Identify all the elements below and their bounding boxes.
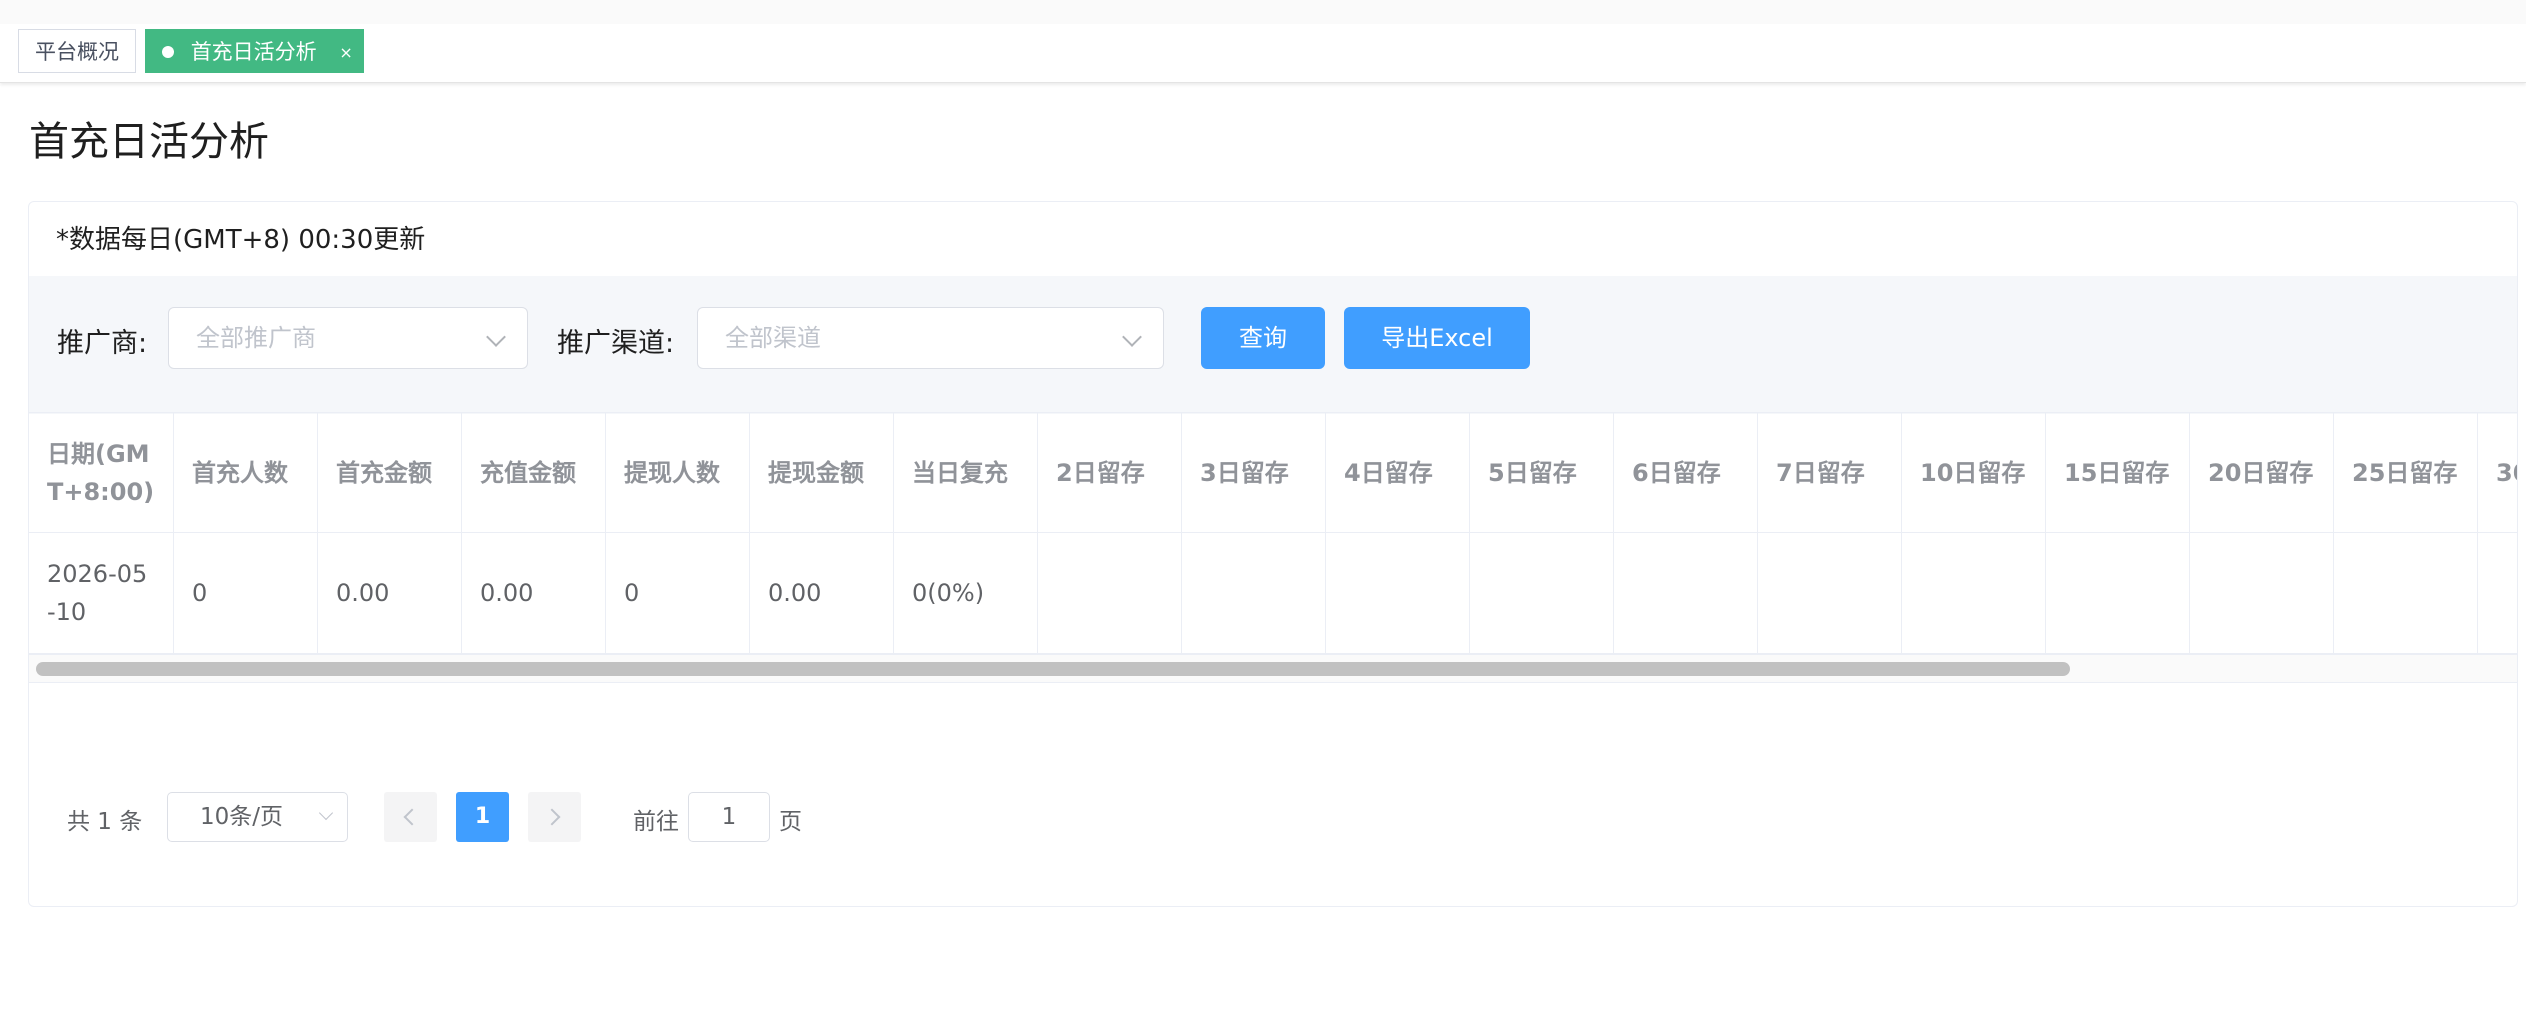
column-header[interactable]: 2日留存 [1038,413,1182,532]
table-cell: 0 [174,533,318,653]
page-size-select[interactable]: 10条/页 [167,792,348,842]
tab-label: 平台概况 [35,40,119,64]
channel-label: 推广渠道: [557,328,675,359]
table-cell: 0.00 [750,533,894,653]
table-cell: 0(0%) [894,533,1038,653]
tab-label: 首充日活分析 [190,40,317,64]
table-cell: 2026-05-10 [29,533,174,653]
promoter-select-placeholder: 全部推广商 [196,324,316,352]
export-excel-button[interactable]: 导出Excel [1344,307,1530,369]
query-button[interactable]: 查询 [1201,307,1325,369]
column-header[interactable]: 10日留存 [1902,413,2046,532]
column-header[interactable]: 充值金额 [462,413,606,532]
table-cell [2190,533,2334,653]
column-header[interactable]: 4日留存 [1326,413,1470,532]
chevron-down-icon [318,805,334,821]
pagination: 共 1 条 10条/页 1 前往 1 页 [29,792,1029,852]
table-cell [1038,533,1182,653]
tab-first-recharge-daily-active[interactable]: 首充日活分析 × [145,29,364,73]
chevron-left-icon [403,808,421,826]
column-header[interactable]: 提现金额 [750,413,894,532]
goto-label: 前往 [633,809,679,835]
channel-select[interactable]: 全部渠道 [697,307,1164,369]
prev-page-button[interactable] [384,792,437,842]
chevron-right-icon [543,808,561,826]
goto-page-input[interactable]: 1 [688,792,770,842]
table-cell [1902,533,2046,653]
pagination-total: 共 1 条 [67,809,143,835]
horizontal-scrollbar[interactable] [29,654,2517,683]
column-header[interactable]: 5日留存 [1470,413,1614,532]
table-cell [1470,533,1614,653]
table-cell: 0.00 [462,533,606,653]
chevron-down-icon [1122,327,1142,347]
data-table: 日期(GMT+8:00) 首充人数 首充金额 充值金额 提现人数 提现金额 当日… [29,412,2517,683]
tab-platform-overview[interactable]: 平台概况 [18,29,136,73]
column-header[interactable]: 15日留存 [2046,413,2190,532]
page-number-current[interactable]: 1 [456,792,509,842]
update-note: *数据每日(GMT+8) 00:30更新 [56,225,426,255]
chevron-down-icon [486,327,506,347]
channel-select-placeholder: 全部渠道 [725,324,821,352]
column-header[interactable]: 首充金额 [318,413,462,532]
tags-view-bar: 平台概况 首充日活分析 × [0,24,2526,83]
column-header[interactable]: 25日留存 [2334,413,2478,532]
page-title: 首充日活分析 [29,119,269,165]
close-icon[interactable]: × [339,43,352,62]
column-header[interactable]: 当日复充 [894,413,1038,532]
column-header[interactable]: 日期(GMT+8:00) [29,413,174,532]
table-cell [2478,533,2517,653]
tag-dot-icon [162,45,174,58]
column-header[interactable]: 首充人数 [174,413,318,532]
column-header[interactable]: 提现人数 [606,413,750,532]
table-row[interactable]: 2026-05-10 0 0.00 0.00 0 0.00 0(0%) [29,533,2517,654]
filter-bar: 推广商: 全部推广商 推广渠道: 全部渠道 查询 导出Excel [29,276,2517,414]
table-cell [1614,533,1758,653]
column-header[interactable]: 7日留存 [1758,413,1902,532]
scrollbar-thumb[interactable] [36,662,2070,676]
top-navbar [0,0,2526,25]
table-cell [2046,533,2190,653]
promoter-label: 推广商: [57,328,148,359]
report-card: *数据每日(GMT+8) 00:30更新 推广商: 全部推广商 推广渠道: 全部… [28,201,2518,907]
goto-suffix: 页 [779,809,802,835]
table-cell [1182,533,1326,653]
column-header[interactable]: 30日留存 [2478,413,2517,532]
table-header: 日期(GMT+8:00) 首充人数 首充金额 充值金额 提现人数 提现金额 当日… [29,413,2517,533]
table-cell: 0 [606,533,750,653]
promoter-select[interactable]: 全部推广商 [168,307,528,369]
table-cell [1326,533,1470,653]
column-header[interactable]: 3日留存 [1182,413,1326,532]
column-header[interactable]: 20日留存 [2190,413,2334,532]
table-cell: 0.00 [318,533,462,653]
table-cell [1758,533,1902,653]
next-page-button[interactable] [528,792,581,842]
column-header[interactable]: 6日留存 [1614,413,1758,532]
page-size-value: 10条/页 [200,804,284,830]
table-cell [2334,533,2478,653]
